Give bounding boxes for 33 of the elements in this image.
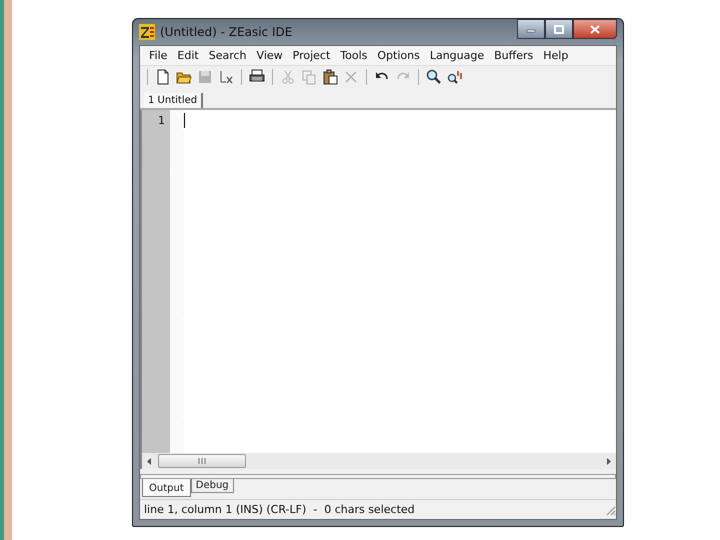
menu-item[interactable]: Buffers	[489, 49, 538, 62]
menu-item[interactable]: File	[144, 49, 172, 62]
close-button[interactable]	[573, 19, 617, 39]
menu-item[interactable]: Options	[372, 49, 425, 62]
maximize-button[interactable]	[545, 19, 573, 39]
scroll-left-icon[interactable]	[147, 458, 152, 464]
status-text: line 1, column 1 (INS) (CR-LF) - 0 chars selected	[144, 503, 415, 516]
resize-grip-icon[interactable]	[604, 504, 616, 516]
menu-item[interactable]: Tools	[335, 49, 372, 62]
text-cursor	[184, 113, 185, 128]
menu-item[interactable]: Project	[288, 49, 336, 62]
maximize-icon	[554, 24, 564, 34]
document-tab[interactable]: 1 Untitled	[144, 93, 204, 108]
panel-tab[interactable]: Debug	[190, 479, 234, 493]
scrollbar-thumb[interactable]	[158, 454, 246, 468]
minimize-button[interactable]	[517, 19, 545, 39]
menu-item[interactable]: Language	[424, 49, 490, 62]
editor-area[interactable]: 1	[140, 110, 616, 453]
magnifier-icon[interactable]	[425, 68, 443, 86]
menu-item[interactable]: Edit	[172, 49, 204, 62]
clipboard-icon[interactable]	[321, 68, 339, 86]
panel-tab[interactable]: Output	[142, 479, 191, 497]
window-title: (Untitled) - ZEasic IDE	[160, 25, 292, 39]
line-number: 1	[157, 113, 166, 127]
menu-item[interactable]: View	[252, 49, 288, 62]
find-replace-icon[interactable]	[446, 68, 464, 86]
panel-splitter[interactable]	[140, 474, 616, 479]
menu-item[interactable]: Help	[538, 49, 574, 62]
scroll-right-icon[interactable]	[606, 458, 611, 464]
menu-item[interactable]: Search	[204, 49, 252, 62]
app-logo-icon	[139, 24, 155, 40]
close-icon	[590, 24, 600, 34]
horizontal-scrollbar[interactable]	[140, 453, 616, 469]
